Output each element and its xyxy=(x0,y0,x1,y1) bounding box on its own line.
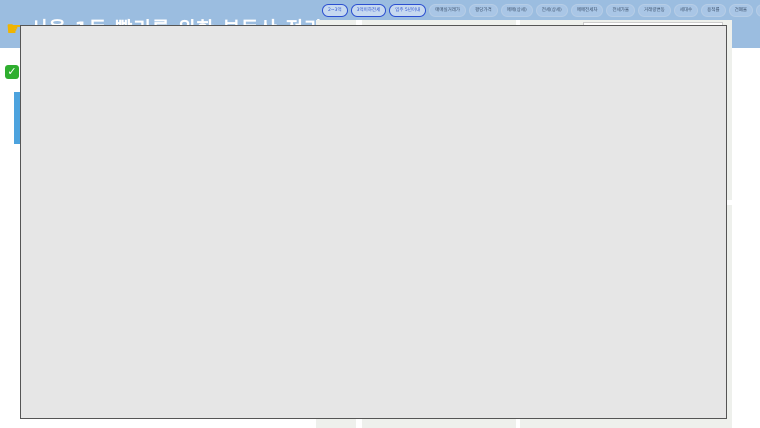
filter-chip[interactable]: 전세(상세) xyxy=(535,4,568,17)
filter-chip[interactable]: 매매(상세) xyxy=(500,4,533,17)
filter-chip[interactable]: 매매전세차 xyxy=(570,4,604,17)
filter-chip[interactable]: 3억이하전세 xyxy=(350,4,387,17)
filter-chip[interactable]: 평당가격 xyxy=(469,4,498,17)
filter-chips: 2~3억 3억이하전세 입주 5년이내 매매실거래가 평당가격 매매(상세) 전세(상세) 매… xyxy=(322,4,760,17)
filter-chip[interactable]: 2~3억 xyxy=(322,4,348,17)
reset-button[interactable]: ↻ 초기화 xyxy=(756,4,760,17)
filter-chip[interactable]: 용적률 xyxy=(701,4,726,17)
filter-chip[interactable]: 전세가율 xyxy=(606,4,636,17)
filter-chip[interactable]: 세대수 xyxy=(673,4,699,17)
filter-chip[interactable]: 거래량변동 xyxy=(638,4,671,17)
filter-chip[interactable]: 건폐율 xyxy=(728,4,754,17)
check-icon: ✓ xyxy=(5,65,19,79)
overlay-panel[interactable] xyxy=(20,25,727,419)
filter-chip[interactable]: 매매실거래가 xyxy=(429,4,467,17)
filter-chip[interactable]: 입주 5년이내 xyxy=(389,4,427,17)
